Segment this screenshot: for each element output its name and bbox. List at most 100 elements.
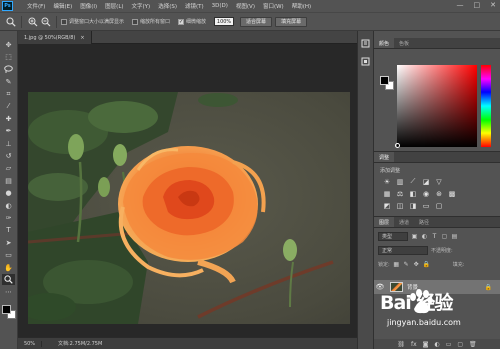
tab-swatches[interactable]: 色板 [394,38,414,48]
color-lookup-icon[interactable]: ▩ [447,189,457,198]
menu-file[interactable]: 文件(F) [27,2,45,10]
menu-layer[interactable]: 图层(L) [105,2,123,10]
menu-image[interactable]: 图像(I) [80,2,97,10]
black-white-icon[interactable]: ◧ [408,189,418,198]
document-tab-title: 1.jpg @ 50%(RGB/8) [24,34,76,41]
gradient-map-icon[interactable]: ▭ [421,201,431,210]
threshold-icon[interactable]: ◨ [408,201,418,210]
zoom-percent-field[interactable]: 100% [214,17,235,26]
filter-adjust-icon[interactable]: ◐ [421,233,428,240]
hand-tool-icon[interactable]: ✋ [2,262,15,273]
filter-pixel-icon[interactable]: ▣ [411,233,418,240]
eyedropper-tool-icon[interactable]: ⁄ [2,101,15,112]
posterize-icon[interactable]: ◫ [395,201,405,210]
history-panel-icon[interactable] [360,37,372,49]
more-tools-icon[interactable]: ⋯ [2,287,15,298]
zoom-all-windows-checkbox[interactable] [132,18,139,25]
gradient-tool-icon[interactable]: ▤ [2,175,15,186]
lock-image-icon[interactable]: ✎ [403,261,410,268]
channel-mixer-icon[interactable]: ⊛ [434,189,444,198]
tab-color[interactable]: 颜色 [374,38,395,48]
menu-filter[interactable]: 滤镜(T) [185,2,204,10]
menu-edit[interactable]: 编辑(E) [53,2,72,10]
baidu-jingyan-url: jingyan.baidu.com [387,318,461,327]
tab-adjustments[interactable]: 调整 [374,152,395,162]
pen-tool-icon[interactable]: ✑ [2,212,15,223]
exposure-icon[interactable]: ◪ [421,177,431,186]
fill-screen-button[interactable]: 填充屏幕 [275,16,308,27]
menu-help[interactable]: 帮助(H) [292,2,311,10]
hue-saturation-icon[interactable]: ▦ [382,189,392,198]
status-zoom-level[interactable]: 50% [18,340,42,347]
status-file-info[interactable]: 文档:2.75M/2.75M [58,340,102,347]
properties-panel-icon[interactable] [360,55,372,67]
menu-view[interactable]: 视图(V) [236,2,255,10]
color-field-cursor[interactable] [395,143,400,148]
panel-foreground-swatch[interactable] [380,76,389,85]
photo-filter-icon[interactable]: ◉ [421,189,431,198]
lasso-tool-icon[interactable] [2,64,15,75]
fit-screen-button[interactable]: 适合屏幕 [240,16,273,27]
filter-shape-icon[interactable]: ▢ [441,233,448,240]
lock-all-icon[interactable]: 🔒 [422,261,429,268]
brightness-contrast-icon[interactable]: ☀ [382,177,392,186]
color-swatches[interactable] [1,305,16,320]
zoom-tool-icon[interactable] [4,15,17,28]
color-balance-icon[interactable]: ⚖ [395,189,405,198]
shape-tool-icon[interactable]: ▭ [2,250,15,261]
invert-icon[interactable]: ◩ [382,201,392,210]
minimize-button[interactable]: — [457,1,464,9]
menu-select[interactable]: 选择(S) [158,2,177,10]
vibrance-icon[interactable]: ▽ [434,177,444,186]
clone-stamp-tool-icon[interactable]: ⊥ [2,138,15,149]
path-selection-tool-icon[interactable]: ➤ [2,237,15,248]
filter-smart-icon[interactable]: ▤ [451,233,458,240]
document-tab[interactable]: 1.jpg @ 50%(RGB/8) × [18,31,92,44]
menu-type[interactable]: 文字(Y) [132,2,151,10]
color-field[interactable] [397,65,477,147]
history-brush-tool-icon[interactable]: ↺ [2,151,15,162]
resize-windows-checkbox[interactable] [61,18,67,25]
close-button[interactable]: ✕ [490,1,496,9]
levels-icon[interactable]: ▥ [395,177,405,186]
zoom-in-icon[interactable] [26,15,39,28]
curves-icon[interactable]: ⟋ [408,177,418,186]
type-tool-icon[interactable]: T [2,225,15,236]
document-tab-close-icon[interactable]: × [80,35,84,41]
adjustments-panel: 调整 添加调整 ☀ ▥ ⟋ ◪ ▽ ▦ ⚖ ◧ ◉ ⊛ ▩ ◩ ◫ ◨ ▭ ▢ [374,151,500,216]
zoom-out-icon[interactable] [39,15,52,28]
menu-3d[interactable]: 3D(D) [212,3,228,9]
menu-bar: Ps 文件(F) 编辑(E) 图像(I) 图层(L) 文字(Y) 选择(S) 滤… [0,0,500,12]
healing-brush-tool-icon[interactable]: ✚ [2,113,15,124]
crop-tool-icon[interactable]: ⌗ [2,89,15,100]
menu-window[interactable]: 窗口(W) [263,2,284,10]
selective-color-icon[interactable]: ▢ [434,201,444,210]
eraser-tool-icon[interactable]: ▱ [2,163,15,174]
tab-paths[interactable]: 路径 [414,217,434,227]
hue-slider[interactable] [481,65,491,147]
document-area: 1.jpg @ 50%(RGB/8) × 50% 文档:2.75M/2.75M [18,31,357,349]
scrubby-zoom-checkbox[interactable]: ✓ [178,18,185,25]
zoom-tool-icon[interactable] [2,274,15,286]
adjustments-row: ◩ ◫ ◨ ▭ ▢ [382,201,500,210]
tab-layers[interactable]: 图层 [374,217,395,227]
blur-tool-icon[interactable]: ● [2,188,15,199]
image-canvas[interactable] [28,92,350,324]
move-tool-icon[interactable]: ✥ [2,39,15,50]
brush-tool-icon[interactable]: ✒ [2,126,15,137]
foreground-color-swatch[interactable] [1,305,11,315]
maximize-button[interactable]: □ [474,1,481,9]
dodge-tool-icon[interactable]: ◐ [2,200,15,211]
blend-mode-select[interactable]: 正常 [378,245,428,255]
rose-photo [28,92,350,324]
photoshop-logo: Ps [2,1,13,11]
quick-select-tool-icon[interactable]: ✎ [2,76,15,87]
fill-label: 填充: [452,261,465,268]
lock-transparent-icon[interactable]: ▦ [393,261,400,268]
filter-type-icon[interactable]: T [431,233,438,240]
layer-kind-select[interactable]: 类型 [378,231,408,241]
adjustments-panel-tabs: 调整 [374,152,500,163]
lock-position-icon[interactable]: ✥ [413,261,420,268]
tab-channels[interactable]: 通道 [394,217,414,227]
marquee-tool-icon[interactable]: ⬚ [2,51,15,62]
